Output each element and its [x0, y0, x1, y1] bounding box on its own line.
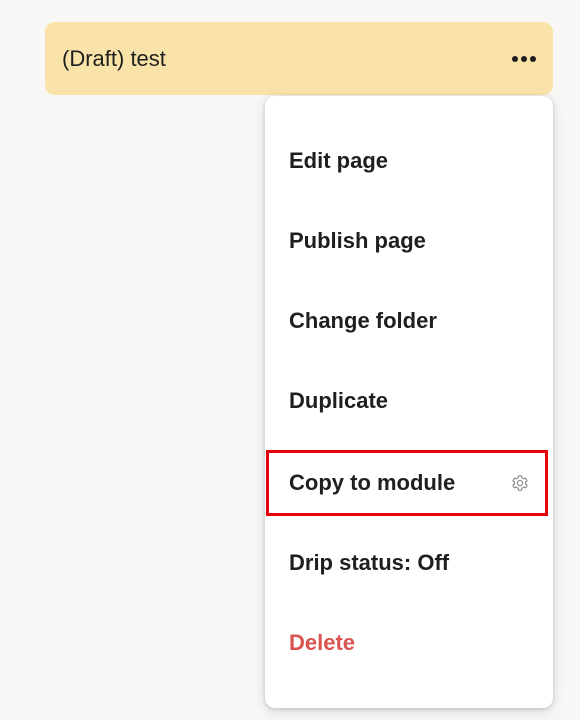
- menu-item-publish-page[interactable]: Publish page: [265, 210, 553, 272]
- menu-item-label: Copy to module: [289, 470, 456, 495]
- menu-item-label: Drip status: Off: [289, 550, 450, 575]
- menu-item-change-folder[interactable]: Change folder: [265, 290, 553, 352]
- page-title: (Draft) test: [62, 46, 166, 71]
- menu-item-delete[interactable]: Delete: [265, 612, 553, 674]
- gear-icon: [512, 475, 528, 491]
- page-options-menu: Edit page Publish page Change folder Dup…: [265, 96, 553, 708]
- menu-item-label: Change folder: [289, 308, 437, 333]
- menu-item-label: Edit page: [289, 148, 389, 173]
- menu-item-copy-to-module[interactable]: Copy to module: [265, 452, 553, 514]
- more-dot-icon: [512, 56, 518, 62]
- menu-item-label: Duplicate: [289, 388, 389, 413]
- more-dot-icon: [521, 56, 527, 62]
- menu-item-label: Publish page: [289, 228, 426, 253]
- menu-item-drip-status[interactable]: Drip status: Off: [265, 532, 553, 594]
- menu-item-edit-page[interactable]: Edit page: [265, 130, 553, 192]
- more-dot-icon: [530, 56, 536, 62]
- menu-item-duplicate[interactable]: Duplicate: [265, 370, 553, 432]
- page-row[interactable]: (Draft) test: [45, 22, 553, 95]
- menu-item-label: Delete: [289, 630, 356, 655]
- more-options-button[interactable]: [509, 42, 539, 76]
